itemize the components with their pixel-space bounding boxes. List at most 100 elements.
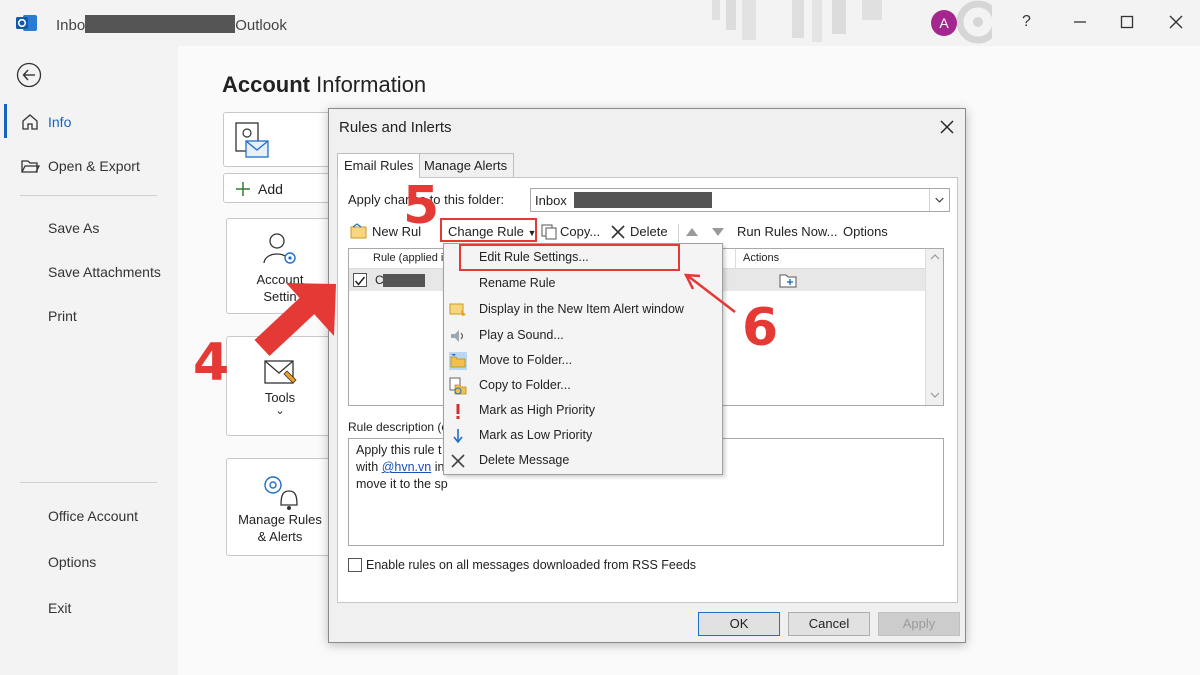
redacted-block: [383, 274, 425, 287]
menu-item-rename-rule[interactable]: Rename Rule: [444, 272, 722, 296]
rules-list-scrollbar[interactable]: [925, 249, 943, 405]
manage-rules-label-line2: & Alerts: [257, 529, 303, 544]
scroll-down-icon[interactable]: [929, 391, 941, 399]
plus-icon: [236, 182, 250, 196]
menu-item-label: Delete Message: [479, 453, 570, 467]
rule-description-text: with: [356, 460, 382, 474]
rule-description-link[interactable]: @hvn.vn: [382, 460, 432, 474]
step-4-label: 4: [193, 333, 230, 393]
window-title-suffix: Outlook: [235, 17, 287, 34]
ok-button[interactable]: OK: [698, 612, 780, 636]
account-settings-label-line2: Settin: [263, 289, 297, 304]
backstage-nav: Info Open & Export Save As Save Attachme…: [0, 46, 178, 675]
delete-rule-button[interactable]: Delete: [630, 224, 668, 239]
rule-description-label: Rule description (cl: [348, 420, 451, 434]
account-settings-card[interactable]: Account Settin: [226, 218, 334, 314]
column-divider: [735, 249, 736, 269]
menu-item-label: Mark as Low Priority: [479, 428, 593, 442]
menu-item-copy-to-folder[interactable]: Copy to Folder...: [444, 374, 722, 398]
cancel-button[interactable]: Cancel: [788, 612, 870, 636]
add-account-button[interactable]: Add: [223, 173, 333, 203]
tools-icon: [264, 360, 297, 384]
nav-active-indicator: [4, 104, 7, 138]
run-rules-now-button[interactable]: Run Rules Now...: [737, 224, 837, 239]
add-account-label: Add: [258, 181, 283, 197]
redacted-block: [574, 192, 713, 208]
tab-manage-alerts[interactable]: Manage Alerts: [417, 153, 515, 177]
menu-item-delete-message[interactable]: Delete Message: [444, 449, 722, 473]
menu-item-display-alert[interactable]: Display in the New Item Alert window: [444, 298, 722, 322]
delete-x-icon: [451, 454, 465, 468]
move-down-icon[interactable]: [711, 226, 725, 238]
rule-action-icon: [779, 274, 797, 288]
menu-item-label: Move to Folder...: [479, 353, 573, 367]
toolbar-divider: [678, 224, 679, 242]
nav-divider: [20, 195, 157, 196]
minimize-icon[interactable]: [1070, 12, 1090, 32]
nav-item-exit[interactable]: Exit: [48, 600, 71, 616]
manage-rules-card[interactable]: Manage Rules & Alerts: [226, 458, 334, 556]
account-settings-label: Account Settin: [227, 271, 333, 305]
nav-item-save-attachments[interactable]: Save Attachments: [48, 264, 161, 280]
copy-rule-button[interactable]: Copy...: [560, 224, 600, 239]
rss-rules-checkbox[interactable]: [348, 558, 362, 572]
new-rule-icon: [350, 223, 367, 239]
nav-item-info[interactable]: Info: [48, 114, 71, 130]
change-rule-menu: Edit Rule Settings... Rename Rule Displa…: [443, 243, 723, 475]
folder-select-value: Inbox: [535, 193, 567, 208]
rule-description-line3: move it to the sp: [356, 477, 448, 491]
rss-rules-label: Enable rules on all messages downloaded …: [366, 558, 697, 572]
back-arrow-icon[interactable]: [16, 62, 42, 88]
menu-item-move-to-folder[interactable]: Move to Folder...: [444, 349, 722, 373]
window-title: Inbo Outlook: [56, 15, 287, 34]
tab-email-rules[interactable]: Email Rules: [337, 153, 421, 178]
move-up-icon[interactable]: [685, 226, 699, 238]
window-title-prefix: Inbo: [56, 17, 86, 34]
change-rule-highlight: [440, 218, 537, 242]
menu-item-high-priority[interactable]: Mark as High Priority: [444, 399, 722, 423]
tools-card[interactable]: Tools ⌄: [226, 336, 334, 436]
account-mail-icon: [235, 122, 269, 158]
move-folder-icon: [449, 352, 467, 370]
checkmark-icon: [354, 276, 366, 286]
close-icon[interactable]: [937, 117, 957, 137]
help-icon[interactable]: ?: [1022, 13, 1031, 31]
delete-icon: [611, 225, 625, 239]
nav-item-print[interactable]: Print: [48, 308, 77, 324]
high-priority-icon: [456, 404, 460, 419]
nav-divider: [20, 482, 157, 483]
nav-item-office-account[interactable]: Office Account: [48, 508, 138, 524]
copy-icon: [541, 224, 557, 240]
dialog-title: Rules and Inlerts: [339, 119, 452, 136]
close-window-icon[interactable]: [1166, 12, 1186, 32]
menu-item-play-sound[interactable]: Play a Sound...: [444, 324, 722, 348]
scroll-up-icon[interactable]: [929, 253, 941, 261]
menu-item-low-priority[interactable]: Mark as Low Priority: [444, 424, 722, 448]
step-6-label: 6: [742, 298, 779, 358]
manage-rules-label: Manage Rules & Alerts: [227, 511, 333, 545]
chevron-down-icon[interactable]: [929, 189, 949, 211]
rule-enabled-checkbox[interactable]: [353, 273, 367, 287]
account-selector-card[interactable]: [223, 112, 333, 167]
options-button[interactable]: Options: [843, 224, 888, 239]
outlook-app-icon: [16, 15, 37, 31]
actions-column-header[interactable]: Actions: [743, 252, 779, 264]
menu-item-label: Copy to Folder...: [479, 378, 571, 392]
rules-alerts-icon: [264, 476, 298, 510]
maximize-icon[interactable]: [1117, 12, 1137, 32]
account-settings-label-line1: Account: [256, 272, 304, 287]
folder-open-icon: [21, 160, 40, 173]
rule-column-header[interactable]: Rule (applied ir: [373, 252, 447, 264]
nav-item-save-as[interactable]: Save As: [48, 220, 99, 236]
nav-item-options[interactable]: Options: [48, 554, 96, 570]
page-title: Account Information: [222, 72, 426, 98]
menu-item-label: Mark as High Priority: [479, 403, 595, 417]
menu-item-label: Display in the New Item Alert window: [479, 302, 684, 316]
user-avatar[interactable]: A: [931, 10, 957, 36]
redacted-block: [85, 15, 236, 33]
low-priority-icon: [453, 429, 463, 444]
title-bar: Inbo Outlook A ?: [0, 0, 1200, 46]
folder-select[interactable]: Inbox: [530, 188, 950, 212]
nav-item-open-export[interactable]: Open & Export: [48, 158, 140, 174]
apply-button[interactable]: Apply: [878, 612, 960, 636]
